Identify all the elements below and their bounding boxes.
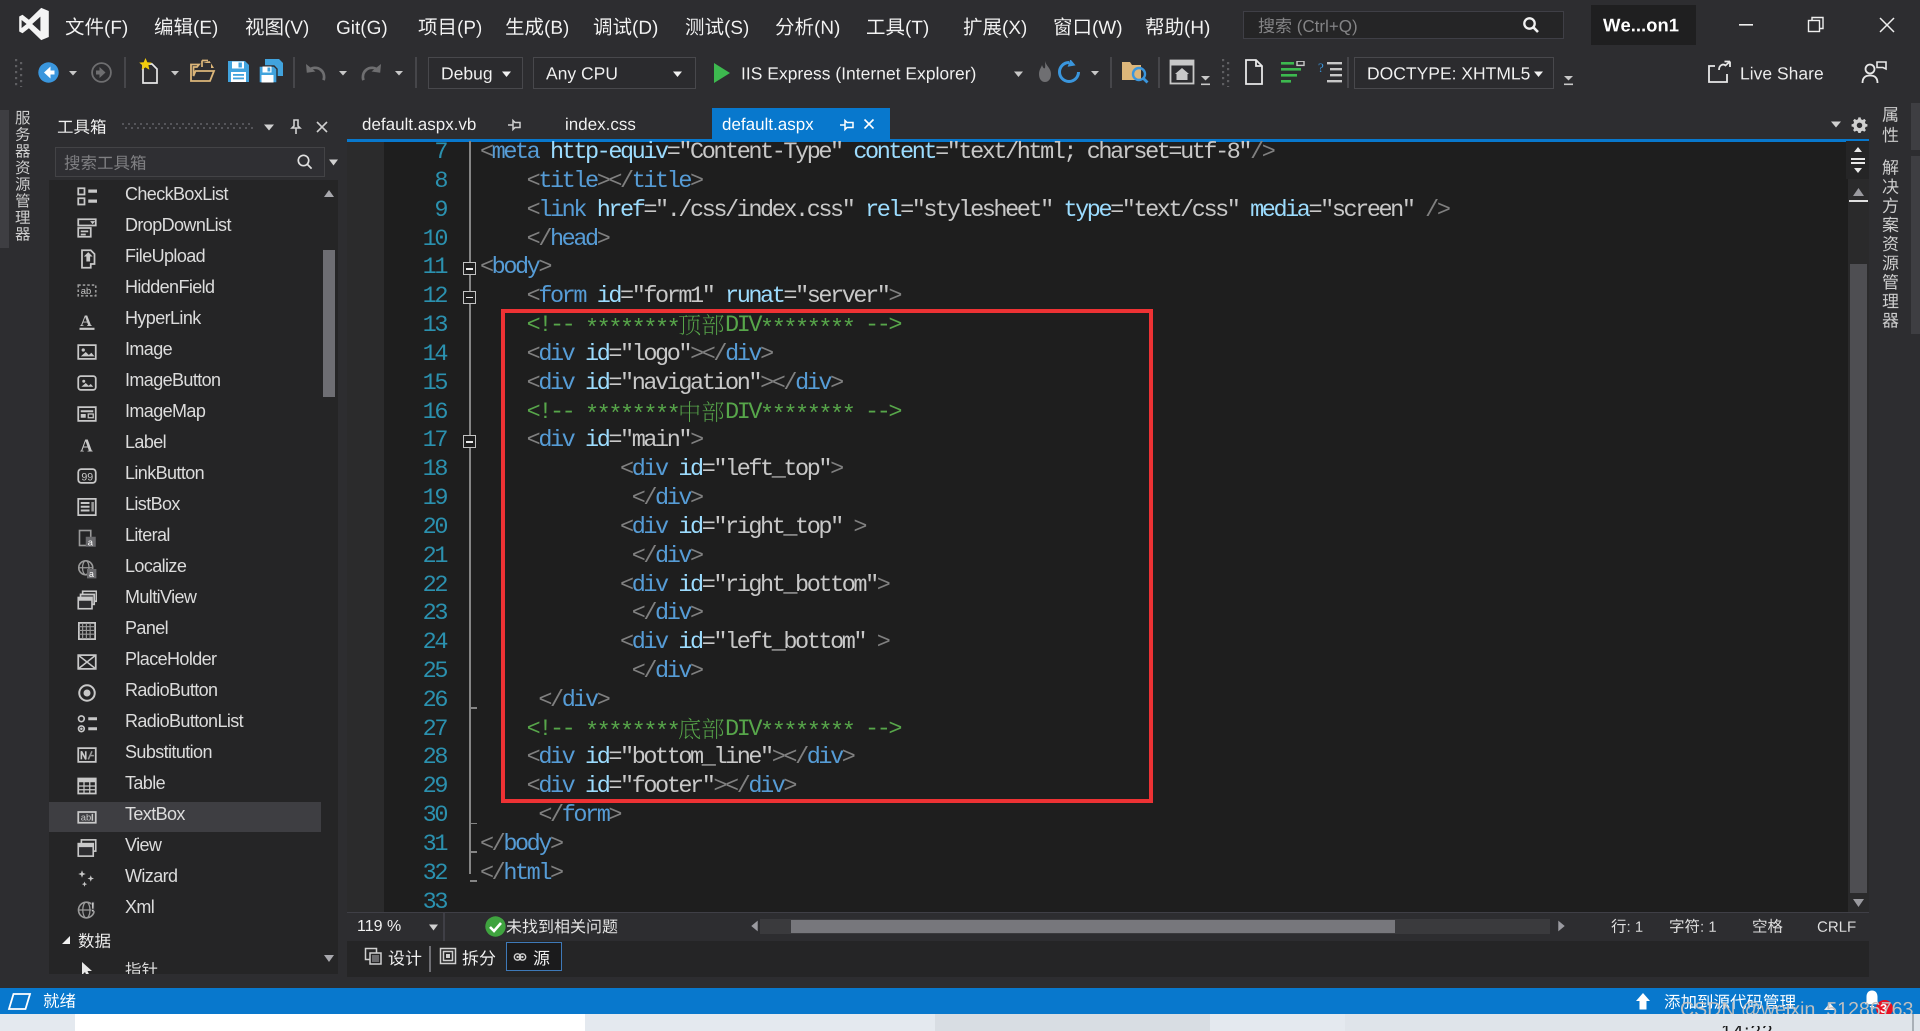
svg-text:ab: ab [81,286,91,296]
svg-text:a: a [89,569,94,579]
svg-text:A: A [80,435,93,455]
svg-text:?: ? [1318,60,1324,75]
svg-text:!: ! [91,900,95,914]
svg-text:A: A [80,312,92,330]
svg-text:a: a [88,537,94,547]
svg-text:99: 99 [81,471,93,483]
svg-text:ab: ab [81,813,91,823]
